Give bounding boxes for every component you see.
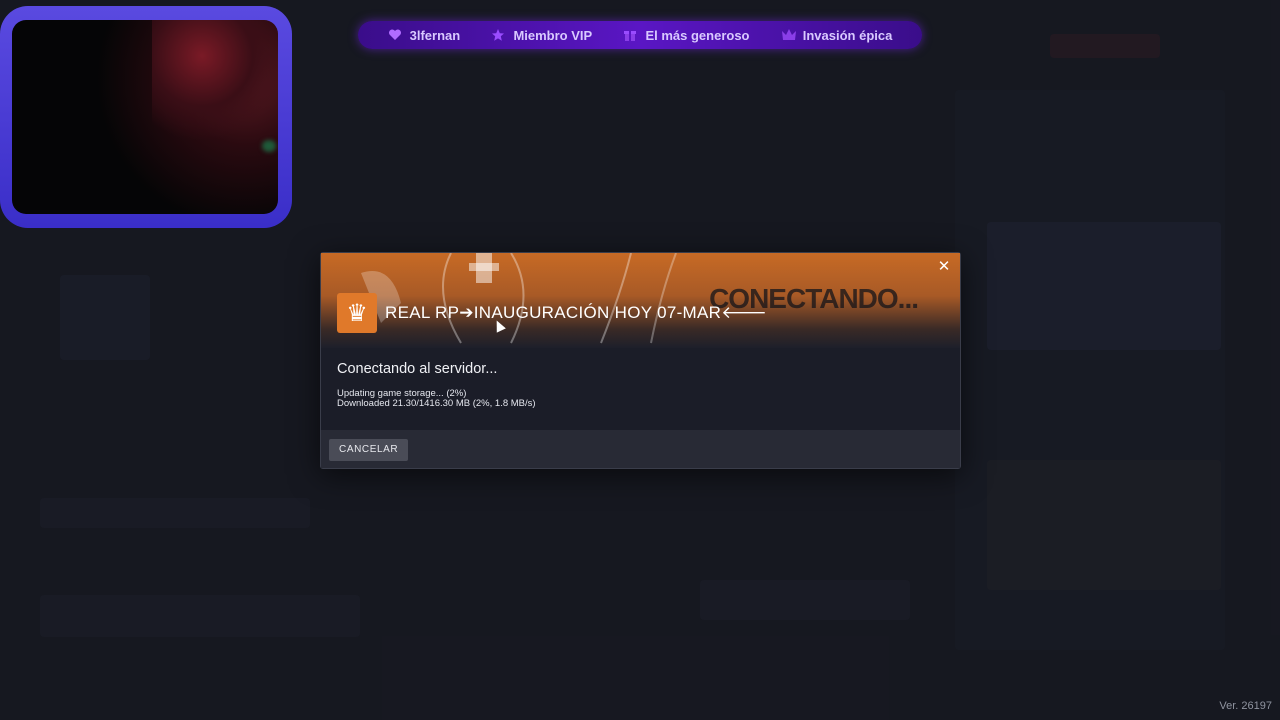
banner-item: Miembro VIP bbox=[491, 28, 592, 43]
banner-item: El más generoso bbox=[623, 27, 750, 43]
dialog-title: REAL RP➔INAUGURACIÓN HOY 07-MAR🡐 bbox=[385, 303, 768, 322]
banner-item-label: El más generoso bbox=[645, 27, 750, 43]
progress-line: Downloaded 21.30/1416.30 MB (2%, 1.8 MB/… bbox=[337, 398, 536, 409]
dialog-header: CONECTANDO... ♛ REAL RP➔INAUGURACIÓN HOY… bbox=[321, 253, 960, 348]
star-icon bbox=[491, 28, 505, 42]
dialog-footer: CANCELAR bbox=[321, 430, 960, 468]
webcam-feed bbox=[12, 20, 278, 214]
banner-item-label: Invasión épica bbox=[802, 27, 893, 43]
download-progress-text: Updating game storage... (2%) Downloaded… bbox=[337, 389, 944, 409]
heart-icon bbox=[388, 28, 402, 42]
banner-item-label: Miembro VIP bbox=[513, 27, 593, 43]
version-label: Ver. 26197 bbox=[1219, 700, 1272, 712]
connection-status: Conectando al servidor... bbox=[337, 361, 498, 377]
dialog-body: Conectando al servidor... Updating game … bbox=[321, 348, 960, 430]
crown-icon bbox=[781, 28, 796, 42]
banner-item: Invasión épica bbox=[781, 27, 893, 43]
cancel-button[interactable]: CANCELAR bbox=[329, 439, 409, 461]
server-crown-logo: ♛ bbox=[337, 293, 377, 333]
gift-icon bbox=[623, 28, 637, 42]
close-icon[interactable]: ✕ bbox=[936, 259, 952, 275]
banner-item-label: 3lfernan bbox=[409, 27, 461, 43]
banner-item: 3lfernan bbox=[388, 27, 461, 43]
connecting-dialog: CONECTANDO... ♛ REAL RP➔INAUGURACIÓN HOY… bbox=[320, 252, 961, 469]
chess-pieces-art bbox=[361, 253, 677, 344]
alerts-banner: 3lfernan Miembro VIP El más generoso Inv… bbox=[358, 21, 922, 49]
webcam-overlay bbox=[0, 6, 292, 228]
